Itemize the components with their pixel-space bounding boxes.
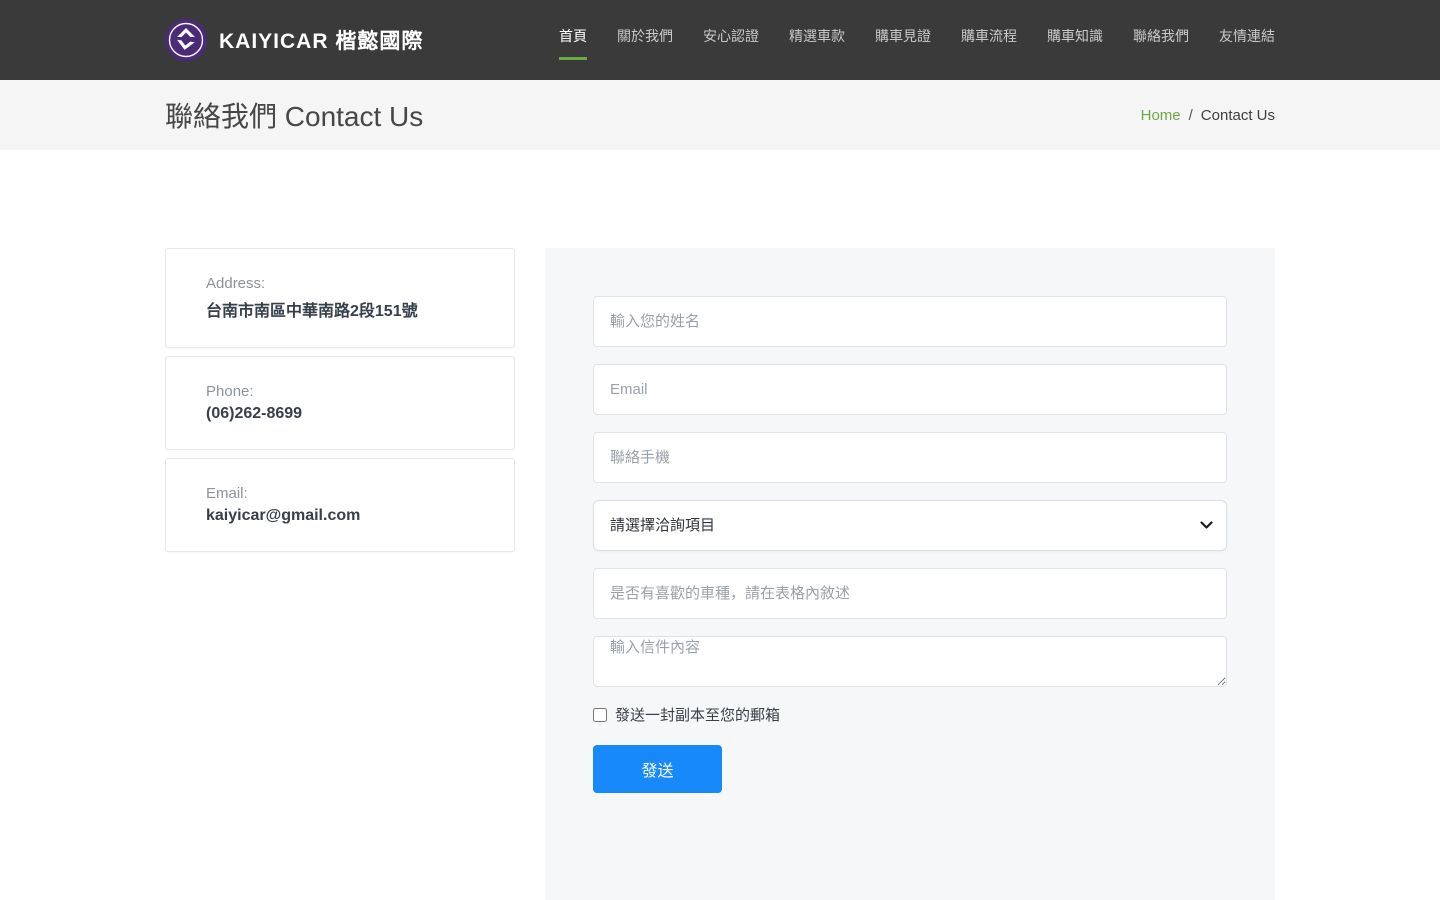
phone-card: Phone: (06)262-8699 bbox=[165, 356, 515, 450]
email-value: kaiyicar@gmail.com bbox=[206, 507, 361, 524]
copy-checkbox-label[interactable]: 發送一封副本至您的郵箱 bbox=[615, 704, 780, 725]
inquiry-select-wrap: 請選擇洽詢項目 bbox=[593, 500, 1227, 551]
inquiry-select[interactable]: 請選擇洽詢項目 bbox=[593, 500, 1227, 551]
car-preference-input[interactable] bbox=[593, 568, 1227, 619]
nav-item-certification[interactable]: 安心認證 bbox=[703, 20, 759, 60]
address-value: 台南市南區中華南路2段151號 bbox=[206, 303, 418, 320]
nav-item-links[interactable]: 友情連結 bbox=[1219, 20, 1275, 60]
nav-item-home[interactable]: 首頁 bbox=[559, 20, 587, 60]
breadcrumb: Home / Contact Us bbox=[1141, 107, 1275, 124]
breadcrumb-separator: / bbox=[1188, 106, 1193, 124]
message-textarea[interactable] bbox=[593, 636, 1227, 687]
email-card: Email: kaiyicar@gmail.com bbox=[165, 458, 515, 552]
copy-checkbox[interactable] bbox=[593, 707, 607, 722]
contact-form: 請選擇洽詢項目 發送一封副本至您的郵箱 發送 bbox=[545, 248, 1275, 900]
nav-item-car-knowledge[interactable]: 購車知識 bbox=[1047, 20, 1103, 60]
nav-item-contact[interactable]: 聯絡我們 bbox=[1133, 20, 1189, 60]
breadcrumb-home-link[interactable]: Home bbox=[1141, 107, 1181, 124]
address-label: Address: bbox=[206, 275, 266, 292]
brand-logo-icon bbox=[165, 19, 207, 61]
brand-name: KAIYICAR 楷懿國際 bbox=[219, 30, 424, 53]
phone-input[interactable] bbox=[593, 432, 1227, 483]
copy-checkbox-row: 發送一封副本至您的郵箱 bbox=[593, 704, 1227, 725]
page-title: 聯絡我們 Contact Us bbox=[165, 101, 424, 132]
name-input[interactable] bbox=[593, 296, 1227, 347]
main-nav: 首頁 關於我們 安心認證 精選車款 購車見證 購車流程 購車知識 聯絡我們 友情… bbox=[559, 20, 1275, 60]
breadcrumb-current: Contact Us bbox=[1200, 106, 1275, 124]
nav-item-featured-cars[interactable]: 精選車款 bbox=[789, 20, 845, 60]
contact-info-column: Address: 台南市南區中華南路2段151號 Phone: (06)262-… bbox=[165, 248, 515, 560]
phone-label: Phone: bbox=[206, 383, 254, 400]
main-content: Address: 台南市南區中華南路2段151號 Phone: (06)262-… bbox=[0, 150, 1440, 900]
phone-value: (06)262-8699 bbox=[206, 405, 303, 422]
nav-item-testimonials[interactable]: 購車見證 bbox=[875, 20, 931, 60]
email-label: Email: bbox=[206, 485, 248, 502]
page-title-bar: 聯絡我們 Contact Us Home / Contact Us bbox=[0, 80, 1440, 150]
nav-item-about[interactable]: 關於我們 bbox=[617, 20, 673, 60]
address-card: Address: 台南市南區中華南路2段151號 bbox=[165, 248, 515, 348]
site-header: KAIYICAR 楷懿國際 首頁 關於我們 安心認證 精選車款 購車見證 購車流… bbox=[0, 0, 1440, 80]
brand[interactable]: KAIYICAR 楷懿國際 bbox=[165, 19, 423, 61]
nav-item-purchase-process[interactable]: 購車流程 bbox=[961, 20, 1017, 60]
email-input[interactable] bbox=[593, 364, 1227, 415]
submit-button[interactable]: 發送 bbox=[593, 745, 722, 793]
